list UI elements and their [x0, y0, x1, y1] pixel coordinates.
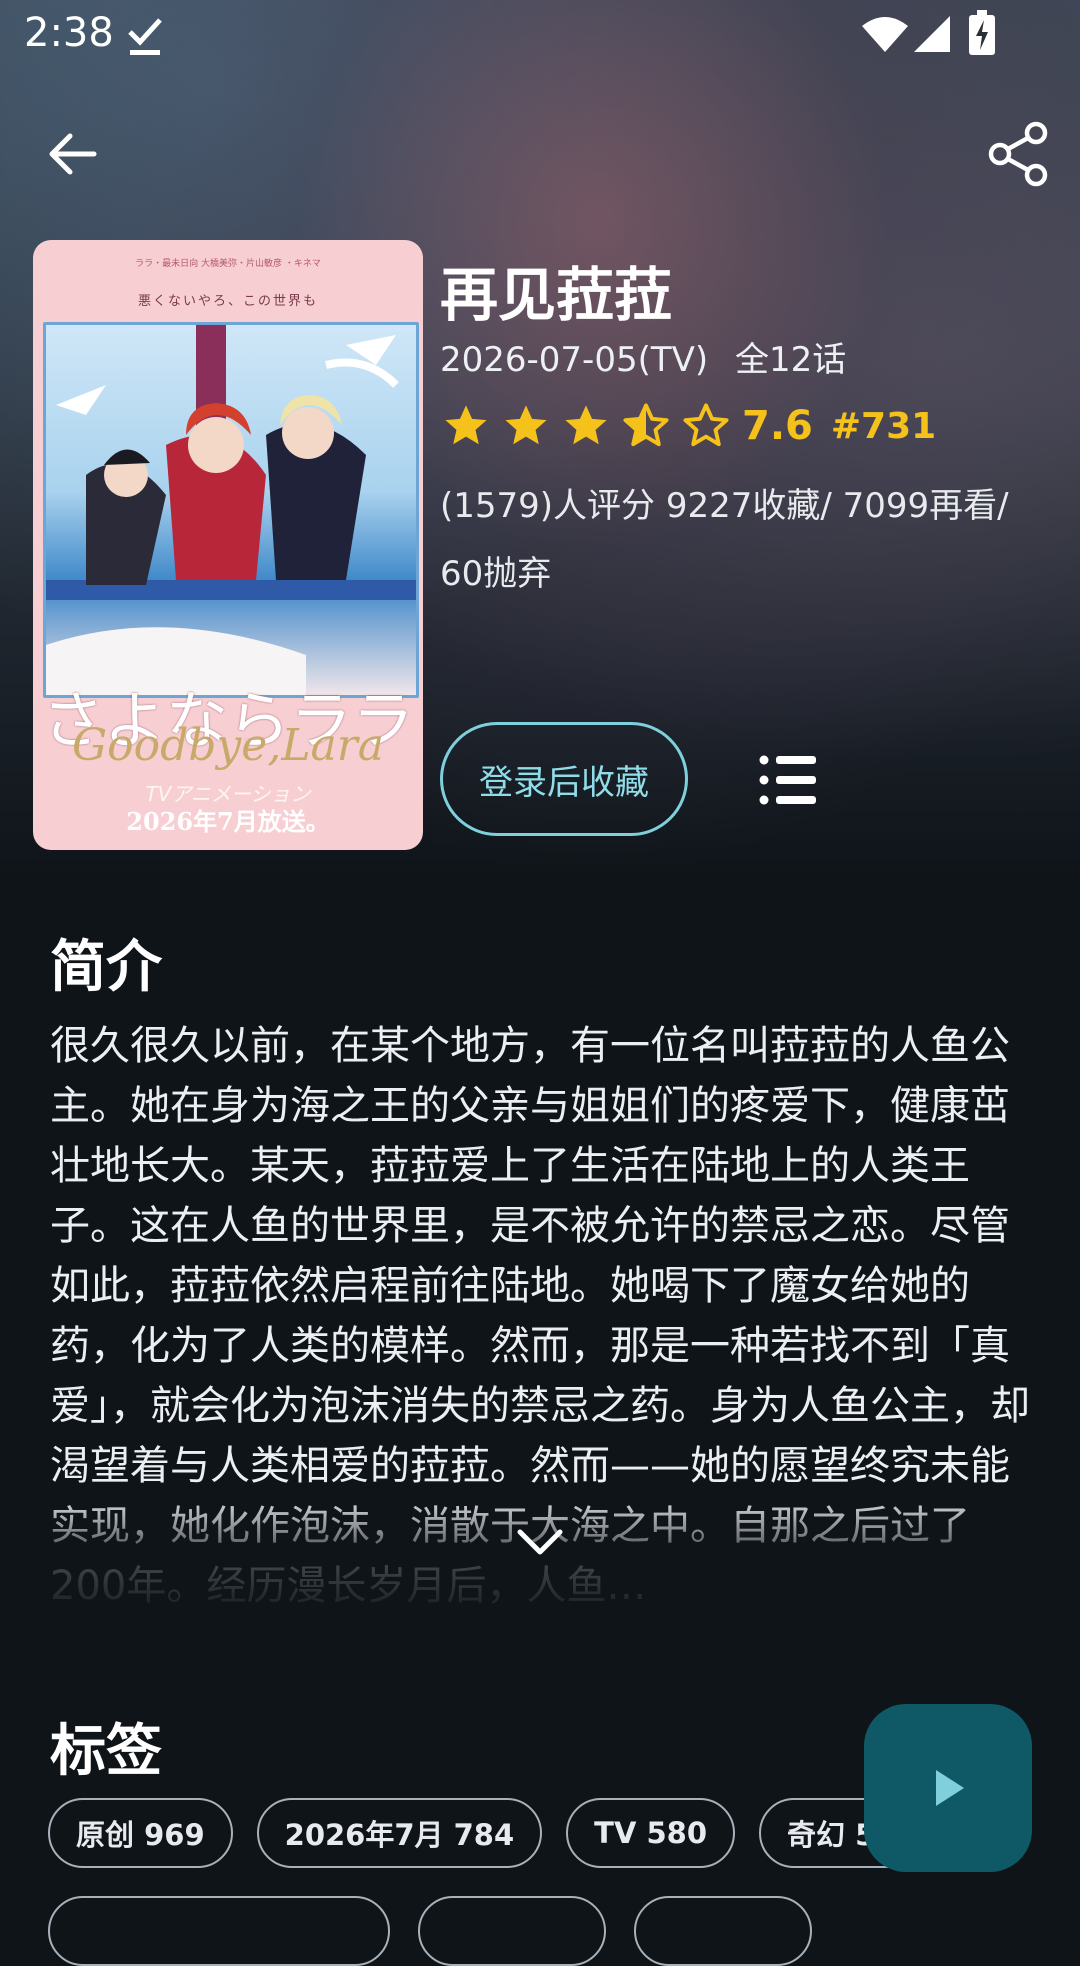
- tag-chip[interactable]: [634, 1896, 812, 1966]
- tag-chip[interactable]: 2026年7月 784: [256, 1798, 543, 1868]
- share-button[interactable]: [982, 118, 1054, 190]
- poster-date: 2026年7月放送。: [126, 807, 330, 836]
- chevron-down-icon: [517, 1529, 563, 1555]
- back-button[interactable]: [36, 118, 108, 190]
- star-icon: [565, 405, 607, 445]
- anime-meta: 2026-07-05(TV) 全12话: [440, 332, 846, 381]
- air-date: 2026-07-05(TV): [440, 340, 709, 380]
- tags-heading: 标签: [50, 1719, 162, 1784]
- stats-line: 60抛弃: [440, 554, 552, 594]
- download-done-icon: [128, 18, 162, 55]
- play-icon: [936, 1770, 964, 1806]
- wifi-icon: [862, 17, 908, 52]
- collect-button[interactable]: 登录后收藏: [440, 722, 688, 836]
- rating-score: 7.6: [742, 403, 813, 449]
- intro-heading: 简介: [50, 935, 162, 1000]
- battery-icon: [969, 10, 995, 55]
- status-time: 2:38: [24, 10, 114, 56]
- tags-list: 原创 969 2026年7月 784 TV 580 奇幻 55: [48, 1798, 947, 1868]
- stats-line: (1579)人评分 9227收藏/ 7099再看/: [440, 486, 1009, 526]
- expand-intro-button[interactable]: [514, 1524, 566, 1560]
- star-icon: [445, 405, 487, 445]
- list-icon: [759, 755, 816, 805]
- rating-stats: (1579)人评分 9227收藏/ 7099再看/ 60抛弃: [440, 472, 1040, 608]
- back-arrow-icon: [49, 133, 97, 175]
- rating-row: 7.6 #731: [440, 398, 936, 454]
- poster-tagline: 悪くないやろ、この世界も: [137, 294, 318, 309]
- tag-chip[interactable]: 原创 969: [48, 1798, 233, 1868]
- status-bar: 2:38: [0, 0, 1080, 72]
- signal-icon: [914, 16, 950, 52]
- list-button[interactable]: [756, 748, 820, 812]
- star-icon: [505, 405, 547, 445]
- anime-poster[interactable]: ララ・最未日向 大橋美弥・片山敏彦 ・キネマ 悪くないやろ、この世界も さよなら…: [33, 240, 423, 850]
- tag-chip[interactable]: [48, 1896, 390, 1966]
- poster-artwork: [43, 322, 419, 698]
- poster-credits: ララ・最未日向 大橋美弥・片山敏彦 ・キネマ: [135, 259, 321, 269]
- star-outline-icon: [683, 403, 729, 447]
- episode-count: 全12话: [734, 340, 847, 380]
- poster-illustration: [46, 325, 416, 695]
- tag-chip[interactable]: [418, 1896, 606, 1966]
- play-fab[interactable]: [864, 1704, 1032, 1872]
- rating-rank: #731: [830, 405, 937, 447]
- share-icon: [988, 121, 1048, 187]
- half-star-icon: [623, 403, 669, 447]
- anime-title: 再见菈菈: [440, 261, 673, 329]
- tag-chip[interactable]: TV 580: [566, 1798, 736, 1868]
- tags-list-row2: [48, 1896, 840, 1966]
- poster-title-en: Goodbye,Lara: [71, 720, 385, 771]
